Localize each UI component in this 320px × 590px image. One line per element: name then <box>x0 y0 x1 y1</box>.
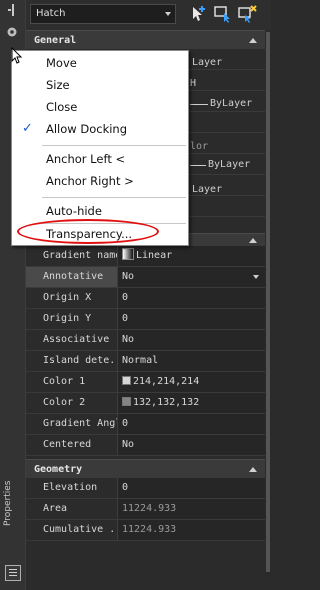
menu-item-transparency[interactable]: Transparency... <box>12 224 188 244</box>
properties-icon[interactable] <box>5 565 21 581</box>
prop-value[interactable]: 0 <box>118 309 265 329</box>
section-general-title: General <box>34 35 77 46</box>
behind-value-bylayer: ByLayer <box>210 98 253 109</box>
prop-value[interactable]: No <box>118 267 265 287</box>
menu-item-label: Close <box>46 100 78 114</box>
behind-value-layer-2: Layer <box>192 184 223 195</box>
quick-select-button[interactable] <box>236 4 258 24</box>
prop-label: Color 1 <box>26 372 118 392</box>
prop-value-text: No <box>122 271 135 282</box>
color-swatch <box>122 376 131 385</box>
prop-label: Origin Y <box>26 309 118 329</box>
menu-item-label: Size <box>46 78 70 92</box>
prop-row-associative[interactable]: Associative No <box>26 330 265 351</box>
menu-item-close[interactable]: Close <box>12 97 188 117</box>
prop-label: Cumulative ... <box>26 520 118 540</box>
menu-item-label: Transparency... <box>46 227 133 241</box>
prop-row-gradient-angle[interactable]: Gradient Angle 0 <box>26 414 265 435</box>
checkmark-icon: ✓ <box>22 121 33 136</box>
section-general-header[interactable]: General <box>26 30 265 49</box>
menu-separator <box>42 145 186 146</box>
prop-row-annotative[interactable]: Annotative No <box>26 267 265 288</box>
prop-value-text: 214,214,214 <box>133 376 200 387</box>
prop-value[interactable]: Linear <box>118 246 265 266</box>
panel-scrollbar[interactable] <box>265 30 271 578</box>
prop-value-text: 132,132,132 <box>133 397 200 408</box>
prop-row-elevation[interactable]: Elevation 0 <box>26 478 265 499</box>
prop-row-centered[interactable]: Centered No <box>26 435 265 456</box>
prop-label: Island dete... <box>26 351 118 371</box>
palette-vertical-label: Properties <box>3 480 13 526</box>
prop-row-area[interactable]: Area 11224.933 <box>26 499 265 520</box>
menu-item-label: Auto-hide <box>46 204 102 218</box>
lineweight-preview <box>190 165 206 166</box>
prop-value[interactable]: 0 <box>118 414 265 434</box>
prop-row-origin-y[interactable]: Origin Y 0 <box>26 309 265 330</box>
prop-value-text: Linear <box>136 250 173 261</box>
prop-row-island-detection[interactable]: Island dete... Normal <box>26 351 265 372</box>
scrollbar-thumb[interactable] <box>266 32 270 572</box>
select-objects-button[interactable] <box>212 4 234 24</box>
section-geometry-header[interactable]: Geometry <box>26 459 265 478</box>
menu-item-anchor-left[interactable]: Anchor Left < <box>12 149 188 169</box>
prop-label: Associative <box>26 330 118 350</box>
prop-value[interactable]: 0 <box>118 478 265 498</box>
behind-value-layer: Layer <box>192 57 223 68</box>
prop-row-cumulative-area[interactable]: Cumulative ... 11224.933 <box>26 520 265 541</box>
behind-value-color: lor <box>190 141 209 152</box>
prop-label: Color 2 <box>26 393 118 413</box>
menu-item-size[interactable]: Size <box>12 75 188 95</box>
prop-value[interactable]: Normal <box>118 351 265 371</box>
prop-label: Origin X <box>26 288 118 308</box>
prop-label: Elevation <box>26 478 118 498</box>
prop-label: Gradient Angle <box>26 414 118 434</box>
menu-separator <box>42 197 186 198</box>
prop-row-gradient-name[interactable]: Gradient name Linear <box>26 246 265 267</box>
menu-item-label: Anchor Right > <box>46 174 134 188</box>
prop-value: 11224.933 <box>118 520 265 540</box>
behind-value-bylayer-2: ByLayer <box>208 159 251 170</box>
menu-item-label: Move <box>46 56 77 70</box>
chevron-down-icon <box>165 12 171 16</box>
prop-value[interactable]: 214,214,214 <box>118 372 265 392</box>
prop-value[interactable]: No <box>118 435 265 455</box>
prop-row-color-2[interactable]: Color 2 132,132,132 <box>26 393 265 414</box>
collapse-icon[interactable] <box>249 38 257 43</box>
menu-item-auto-hide[interactable]: Auto-hide <box>12 201 188 221</box>
prop-value[interactable]: 132,132,132 <box>118 393 265 413</box>
prop-label: Area <box>26 499 118 519</box>
prop-value[interactable]: No <box>118 330 265 350</box>
object-type-combo[interactable]: Hatch <box>30 4 176 24</box>
menu-item-allow-docking[interactable]: ✓ Allow Docking <box>12 119 188 139</box>
chevron-down-icon[interactable] <box>253 275 259 279</box>
gear-icon[interactable] <box>5 24 19 38</box>
prop-label: Gradient name <box>26 246 118 266</box>
prop-value[interactable]: 0 <box>118 288 265 308</box>
pattern-rows: Gradient name Linear Annotative No Origi… <box>26 246 265 456</box>
section-geometry-title: Geometry <box>34 464 83 475</box>
behind-value-h: H <box>190 78 197 89</box>
gradient-swatch <box>122 248 134 260</box>
pin-icon[interactable] <box>8 4 18 16</box>
prop-row-color-1[interactable]: Color 1 214,214,214 <box>26 372 265 393</box>
geometry-rows: Elevation 0 Area 11224.933 Cumulative ..… <box>26 478 265 541</box>
menu-item-label: Anchor Left < <box>46 152 126 166</box>
menu-item-anchor-right[interactable]: Anchor Right > <box>12 171 188 191</box>
prop-value: 11224.933 <box>118 499 265 519</box>
menu-item-move[interactable]: Move <box>12 53 188 73</box>
prop-row-origin-x[interactable]: Origin X 0 <box>26 288 265 309</box>
toggle-pickadd-button[interactable] <box>188 4 210 24</box>
mouse-cursor-icon <box>11 46 23 69</box>
object-type-value: Hatch <box>36 8 66 19</box>
collapse-icon[interactable] <box>249 467 257 472</box>
collapse-icon[interactable] <box>249 238 257 243</box>
linetype-preview <box>190 104 208 105</box>
palette-context-menu: Move Size Close ✓ Allow Docking Anchor Le… <box>11 50 189 246</box>
color-swatch <box>122 397 131 406</box>
prop-label: Centered <box>26 435 118 455</box>
properties-toolbar: Hatch <box>26 0 271 30</box>
prop-label: Annotative <box>26 267 118 287</box>
menu-item-label: Allow Docking <box>46 122 128 136</box>
